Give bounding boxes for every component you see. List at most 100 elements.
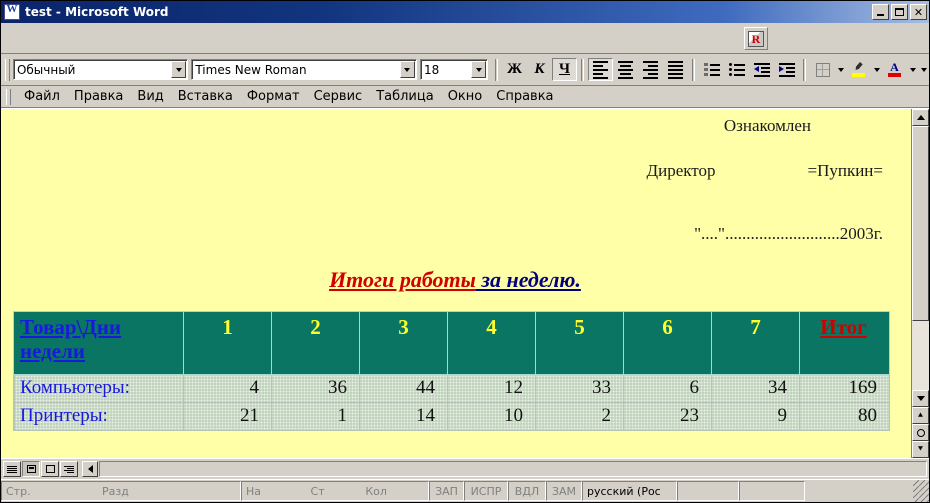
document-page[interactable]: Ознакомлен Директор =Пупкин= "...."......… [1, 109, 911, 458]
data-cell[interactable]: 23 [623, 402, 712, 432]
maximize-button[interactable] [891, 4, 908, 20]
browse-previous-button[interactable]: ⯅ [912, 407, 929, 424]
bulleted-list-button[interactable] [724, 58, 749, 81]
data-cell[interactable]: 34 [711, 374, 800, 404]
data-cell[interactable]: 4 [183, 374, 272, 404]
minimize-button[interactable] [872, 4, 889, 20]
status-rec-indicator[interactable]: ЗАП [429, 481, 464, 501]
borders-dropdown-arrow[interactable] [835, 58, 846, 81]
table-header-total: Итог [799, 311, 890, 376]
data-cell[interactable]: 12 [447, 374, 536, 404]
data-cell[interactable]: 1 [271, 402, 360, 432]
table-corner-header: Товар\Дни недели [13, 311, 184, 376]
style-combobox[interactable]: Обычный [12, 59, 189, 80]
close-button[interactable]: ✕ [910, 4, 927, 20]
data-cell[interactable]: 36 [271, 374, 360, 404]
menu-item-window[interactable]: Окно [441, 88, 490, 105]
status-language[interactable]: русский (Рос [582, 481, 677, 501]
highlight-dropdown-arrow[interactable] [871, 58, 882, 81]
vertical-scroll-thumb[interactable] [912, 126, 929, 322]
cell-value: 33 [592, 377, 611, 399]
scroll-left-button[interactable] [82, 461, 98, 477]
status-position-group: На Ст Кол [241, 481, 429, 501]
more-buttons-arrow[interactable] [918, 58, 929, 81]
table-header-day-4: 4 [447, 311, 536, 376]
select-browse-object-button[interactable] [912, 424, 929, 441]
menu-item-insert[interactable]: Вставка [171, 88, 240, 105]
list-bullet [728, 73, 732, 76]
menubar-grip[interactable] [6, 88, 11, 105]
scroll-down-button[interactable] [912, 390, 929, 407]
style-dropdown-arrow[interactable] [171, 61, 187, 78]
bulleted-list-icon [728, 63, 745, 76]
formatting-toolbar: Обычный Times New Roman 18 Ж К Ч A [1, 54, 929, 86]
align-center-button[interactable] [613, 58, 638, 81]
font-size-combobox[interactable]: 18 [419, 59, 488, 80]
menu-item-edit[interactable]: Правка [67, 88, 130, 105]
status-background-save-slot[interactable] [739, 481, 805, 501]
day-header-label: 3 [398, 315, 409, 340]
data-cell[interactable]: 6 [623, 374, 712, 404]
table-row: Компьютеры: 4 36 44 12 33 6 34 169 [13, 374, 890, 404]
cell-value: 6 [689, 377, 700, 399]
menu-item-table[interactable]: Таблица [369, 88, 441, 105]
align-left-button[interactable] [588, 58, 613, 81]
menu-item-format[interactable]: Формат [240, 88, 307, 105]
toolbar-separator [692, 58, 695, 81]
print-layout-view-button[interactable] [41, 461, 59, 477]
font-dropdown-arrow[interactable] [399, 61, 415, 78]
scroll-up-button[interactable] [912, 109, 929, 126]
row-total-cell[interactable]: 169 [799, 374, 890, 404]
toolbar-grip[interactable] [5, 58, 10, 81]
borders-button[interactable] [810, 58, 835, 81]
data-cell[interactable]: 2 [535, 402, 624, 432]
data-cell[interactable]: 44 [359, 374, 448, 404]
underline-button[interactable]: Ч [552, 58, 577, 81]
data-cell[interactable]: 10 [447, 402, 536, 432]
row-total-cell[interactable]: 80 [799, 402, 890, 432]
outline-view-button[interactable] [60, 461, 78, 477]
font-color-dropdown-arrow[interactable] [907, 58, 918, 81]
data-cell[interactable]: 14 [359, 402, 448, 432]
menu-item-tools[interactable]: Сервис [307, 88, 370, 105]
align-right-button[interactable] [638, 58, 663, 81]
numbered-list-button[interactable] [699, 58, 724, 81]
data-cell[interactable]: 33 [535, 374, 624, 404]
status-ext-indicator[interactable]: ВДЛ [508, 481, 546, 501]
horizontal-scroll-track[interactable] [99, 461, 927, 477]
menu-item-view[interactable]: Вид [130, 88, 170, 105]
increase-indent-button[interactable] [774, 58, 799, 81]
align-center-icon [618, 60, 633, 79]
normal-view-button[interactable] [3, 461, 21, 477]
italic-button[interactable]: К [527, 58, 552, 81]
font-size-dropdown-arrow[interactable] [471, 61, 486, 78]
resize-grip[interactable] [913, 480, 929, 502]
row-label: Принтеры: [20, 405, 108, 427]
vertical-scrollbar[interactable]: ⯅ ⯆ [911, 109, 929, 458]
row-label-cell[interactable]: Компьютеры: [13, 374, 184, 404]
menu-item-help[interactable]: Справка [489, 88, 560, 105]
data-cell[interactable]: 21 [183, 402, 272, 432]
font-value: Times New Roman [195, 62, 307, 77]
vertical-scroll-track[interactable] [912, 126, 929, 390]
list-marker [703, 73, 708, 76]
circle-icon [916, 428, 925, 437]
menu-item-file[interactable]: Файл [17, 88, 67, 105]
align-justify-button[interactable] [663, 58, 688, 81]
font-color-button[interactable]: A [882, 58, 907, 81]
cell-value: 34 [768, 377, 787, 399]
bold-button[interactable]: Ж [502, 58, 527, 81]
row-label-cell[interactable]: Принтеры: [13, 402, 184, 432]
plugin-button[interactable] [744, 27, 768, 50]
decrease-indent-button[interactable] [749, 58, 774, 81]
status-spelling-slot[interactable] [677, 481, 739, 501]
table-header-day-6: 6 [623, 311, 712, 376]
font-combobox[interactable]: Times New Roman [191, 59, 417, 80]
web-layout-view-button[interactable] [22, 461, 40, 477]
status-trk-indicator[interactable]: ИСПР [464, 481, 508, 501]
title-part-red: Итоги работы [329, 267, 476, 293]
data-cell[interactable]: 9 [711, 402, 800, 432]
browse-next-button[interactable]: ⯆ [912, 441, 929, 458]
highlight-button[interactable] [846, 58, 871, 81]
status-ovr-indicator[interactable]: ЗАМ [546, 481, 582, 501]
